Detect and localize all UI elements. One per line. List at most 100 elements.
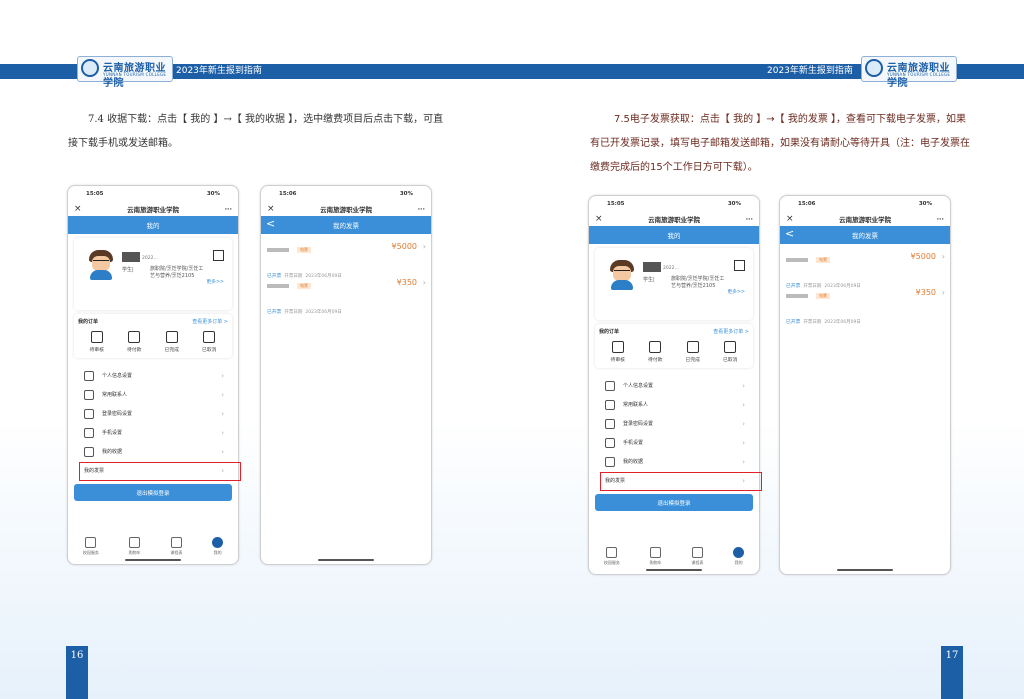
- menu-item-password[interactable]: 登录密码设置 ›: [74, 404, 232, 423]
- more-link[interactable]: 更多>>: [727, 288, 745, 295]
- back-arrow-icon[interactable]: <: [785, 227, 794, 240]
- student-role: 学生|: [122, 267, 134, 273]
- home-indicator: [125, 559, 181, 561]
- order-pending-payment[interactable]: 待付款: [648, 341, 662, 363]
- college-seal-icon: [81, 59, 99, 77]
- more-options-icon[interactable]: ···: [937, 215, 944, 223]
- mini-app-titlebar: × 云南旅游职业学院 ···: [589, 212, 759, 226]
- home-icon: [606, 547, 618, 558]
- menu-item-password[interactable]: 登录密码设置 ›: [595, 414, 753, 433]
- status-time: 15:06: [798, 201, 816, 207]
- profile-card: 2022... 学生| 旅职院/烹饪学院/烹饪工艺与营养/烹饪2105 更多>>: [595, 248, 753, 320]
- college-logo-right: 云南旅游职业学院 YUNNAN TOURISM COLLEGE: [861, 56, 957, 89]
- orders-title: 我的订单: [78, 319, 99, 325]
- college-seal-icon: [865, 59, 883, 77]
- tab-campus-services[interactable]: 校园服务: [83, 537, 99, 556]
- tab-cart[interactable]: 购物车: [650, 547, 662, 566]
- qrcode-icon[interactable]: [213, 250, 224, 261]
- bottom-tab-bar: 校园服务 购物车 课程表 我的: [589, 547, 759, 566]
- order-pending-payment[interactable]: 待付款: [127, 331, 141, 353]
- logout-button[interactable]: 退出模拟登录: [74, 484, 232, 501]
- order-completed[interactable]: 已完成: [686, 341, 700, 363]
- tab-timetable[interactable]: 课程表: [691, 547, 703, 566]
- header-title-right: 2023年新生报到指南: [767, 66, 853, 76]
- student-role: 学生|: [643, 277, 655, 283]
- status-time: 15:05: [86, 191, 104, 197]
- cart-icon: [129, 537, 141, 548]
- orders-more-link[interactable]: 查看更多订单 >: [192, 318, 228, 325]
- calendar-icon: [170, 537, 182, 548]
- order-cancelled[interactable]: 已取消: [723, 341, 737, 363]
- chevron-right-icon: ›: [221, 409, 224, 418]
- order-completed[interactable]: 已完成: [165, 331, 179, 353]
- phone-icon: [605, 437, 615, 448]
- invoice-row[interactable]: 电票 已开票 开票日期 2023年06月09日 ¥350 ›: [780, 280, 950, 325]
- avatar: [88, 250, 114, 280]
- close-icon[interactable]: ×: [74, 204, 82, 214]
- receipt-icon: [84, 446, 94, 457]
- phone-screenshot-invoice: 15:05 30% × 云南旅游职业学院 ··· 我的 2022... 学生| …: [588, 195, 762, 575]
- invoice-date-label: 开票日期: [803, 320, 822, 325]
- tab-timetable[interactable]: 课程表: [170, 537, 182, 556]
- logout-button[interactable]: 退出模拟登录: [595, 494, 753, 511]
- menu-item-contacts[interactable]: 常用联系人 ›: [595, 395, 753, 414]
- menu-item-contacts[interactable]: 常用联系人 ›: [74, 385, 232, 404]
- invoice-row[interactable]: 电票 已开票 开票日期 2023年06月09日 ¥5000 ›: [261, 234, 431, 279]
- menu-item-receipts[interactable]: 我的收据 ›: [74, 442, 232, 461]
- page-header: < 我的发票: [780, 226, 950, 244]
- orders-more-link[interactable]: 查看更多订单 >: [713, 328, 749, 335]
- order-pending-review[interactable]: 待审核: [611, 341, 625, 363]
- more-options-icon[interactable]: ···: [418, 205, 425, 213]
- e-invoice-tag: 电票: [297, 246, 311, 253]
- page-header: 我的: [589, 226, 759, 244]
- cancel-box-icon: [724, 341, 737, 353]
- page-number-right: 17: [941, 646, 963, 699]
- page-title: 我的发票: [852, 232, 878, 240]
- close-icon[interactable]: ×: [786, 214, 794, 224]
- phone-screenshot-receipt: 15:05 30% × 云南旅游职业学院 ··· 我的 2022... 学生| …: [67, 185, 241, 565]
- chevron-right-icon: ›: [221, 390, 224, 399]
- mini-app-titlebar: × 云南旅游职业学院 ···: [780, 212, 950, 226]
- cart-icon: [650, 547, 662, 558]
- orders-card: 我的订单 查看更多订单 > 待审核 待付款 已完成 已取消: [74, 314, 232, 358]
- page-number-left: 16: [66, 646, 88, 699]
- instruction-7-5: 7.5电子发票获取：点击【 我的 】→【 我的发票 】，查看可下载电子发票，如果…: [590, 114, 970, 173]
- close-icon[interactable]: ×: [595, 214, 603, 224]
- menu-item-personal-info[interactable]: 个人信息设置 ›: [74, 366, 232, 385]
- chevron-right-icon: ›: [742, 438, 745, 447]
- invoice-row[interactable]: 电票 已开票 开票日期 2023年06月09日 ¥5000 ›: [780, 244, 950, 289]
- logo-text-en: YUNNAN TOURISM COLLEGE: [887, 72, 951, 77]
- qrcode-icon[interactable]: [734, 260, 745, 271]
- menu-item-personal-info[interactable]: 个人信息设置 ›: [595, 376, 753, 395]
- app-title: 云南旅游职业学院: [127, 206, 180, 214]
- menu-item-phone[interactable]: 手机设置 ›: [74, 423, 232, 442]
- order-cancelled[interactable]: 已取消: [202, 331, 216, 353]
- tab-mine[interactable]: 我的: [733, 547, 745, 566]
- menu-item-receipts[interactable]: 我的收据 ›: [595, 452, 753, 471]
- menu-item-phone[interactable]: 手机设置 ›: [595, 433, 753, 452]
- status-bar: 15:05 30%: [68, 186, 238, 202]
- tab-campus-services[interactable]: 校园服务: [604, 547, 620, 566]
- highlight-box: [79, 462, 241, 481]
- close-icon[interactable]: ×: [267, 204, 275, 214]
- orders-title: 我的订单: [599, 329, 620, 335]
- logo-text-en: YUNNAN TOURISM COLLEGE: [103, 72, 167, 77]
- check-box-icon: [686, 341, 699, 353]
- chevron-right-icon: ›: [742, 457, 745, 466]
- chevron-right-icon: ›: [221, 428, 224, 437]
- tab-cart[interactable]: 购物车: [129, 537, 141, 556]
- more-options-icon[interactable]: ···: [746, 215, 753, 223]
- invoice-amount: ¥350: [915, 288, 936, 297]
- tab-mine[interactable]: 我的: [212, 537, 224, 556]
- back-arrow-icon[interactable]: <: [266, 217, 275, 230]
- more-link[interactable]: 更多>>: [206, 278, 224, 285]
- invoice-amount: ¥5000: [910, 252, 936, 261]
- more-options-icon[interactable]: ···: [225, 205, 232, 213]
- user-icon: [212, 537, 224, 548]
- user-icon: [733, 547, 745, 558]
- order-pending-review[interactable]: 待审核: [90, 331, 104, 353]
- invoice-row[interactable]: 电票 已开票 开票日期 2023年06月09日 ¥350 ›: [261, 270, 431, 315]
- invoice-item-redacted: [786, 257, 808, 262]
- student-department: 旅职院/烹饪学院/烹饪工艺与营养/烹饪2105: [671, 276, 725, 289]
- wallet-icon: [649, 341, 662, 353]
